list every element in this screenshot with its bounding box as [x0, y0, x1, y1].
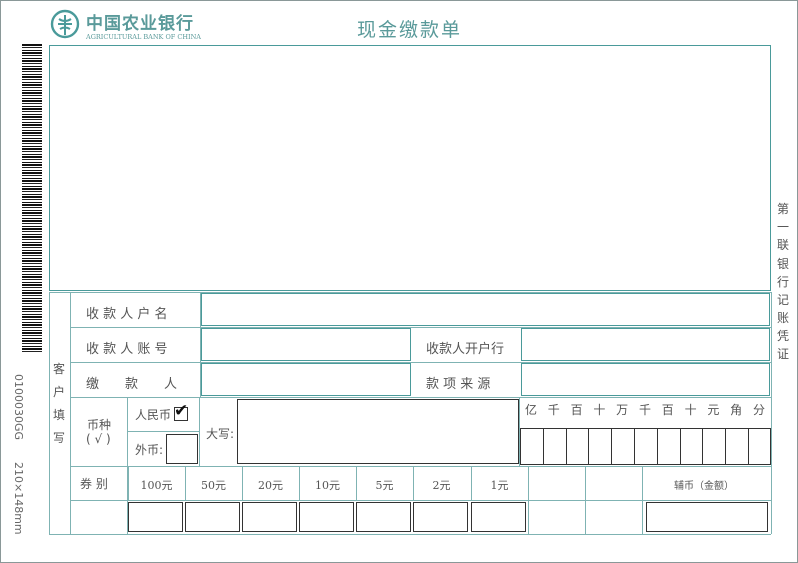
denomination-count-field[interactable]: [299, 502, 354, 532]
denomination-divider: [471, 466, 472, 500]
row-line-3: [70, 397, 771, 398]
barcode: [22, 44, 42, 354]
denomination-header: 100元: [140, 479, 173, 492]
denomination-divider: [242, 466, 243, 500]
bank-name-cn: 中国农业银行: [86, 14, 194, 34]
amount-digit-divider: [542, 428, 544, 464]
currency-check-hint: ( √ ): [86, 432, 111, 446]
payee-name-label: 收 款 人 户 名: [86, 307, 168, 322]
denomination-header: 50元: [201, 479, 226, 492]
denomination-count-field[interactable]: [185, 502, 240, 532]
capital-amount-field[interactable]: [237, 399, 519, 464]
table-bottom-line: [49, 534, 771, 535]
foreign-field[interactable]: [166, 434, 198, 464]
currency-right-line: [199, 397, 200, 466]
denomination-divider: [356, 466, 357, 500]
amount-digit-divider: [725, 428, 727, 464]
amount-unit-label: 分: [752, 403, 765, 417]
currency-split-line: [127, 431, 199, 432]
form-size: 210×148mm: [12, 462, 25, 535]
coin-sep-line-2: [585, 466, 586, 534]
amount-digit-divider: [611, 428, 613, 464]
filler-label: 客户填写: [53, 362, 66, 445]
denomination-count-field[interactable]: [242, 502, 297, 532]
source-field[interactable]: [521, 363, 770, 396]
amount-unit-label: 百: [570, 403, 583, 417]
amount-digit-divider: [634, 428, 635, 464]
denomination-count-field[interactable]: [471, 502, 526, 532]
payee-account-label: 收 款 人 账 号: [86, 342, 168, 357]
rmb-check-mark: ✔: [174, 401, 189, 421]
bank-name-en: AGRICULTURAL BANK OF CHINA: [86, 33, 201, 41]
amount-unit-label: 十: [593, 403, 606, 417]
amount-digit-divider: [656, 428, 658, 464]
rmb-label: 人民币: [135, 408, 172, 422]
denomination-count-field[interactable]: [128, 502, 183, 532]
form-title: 现金缴款单: [357, 19, 463, 41]
amount-digit-divider: [679, 428, 681, 464]
denomination-label: 券 别: [80, 477, 108, 491]
payee-bank-field[interactable]: [521, 328, 770, 361]
source-label: 款 项 来 源: [426, 377, 491, 392]
amount-unit-label: 千: [638, 403, 651, 417]
denomination-header: 5元: [375, 479, 394, 492]
amount-unit-label: 元: [707, 403, 720, 417]
currency-label: 币种: [87, 418, 112, 432]
capital-label: 大写:: [206, 427, 235, 441]
denomination-count-field[interactable]: [413, 502, 468, 532]
amount-unit-label: 十: [684, 403, 697, 417]
denomination-header: 1元: [490, 479, 509, 492]
denomination-header: 20元: [258, 479, 283, 492]
payer-label: 缴 款 人: [86, 377, 178, 392]
table-left-line: [49, 292, 50, 534]
denomination-divider: [299, 466, 300, 500]
row-line-4: [70, 466, 771, 467]
amount-digit-divider: [702, 428, 704, 464]
payee-bank-label: 收款人开户行: [426, 342, 505, 357]
amount-digits-field[interactable]: [520, 428, 771, 465]
bank-logo-icon: [50, 9, 80, 39]
amount-digit-divider: [588, 428, 590, 464]
amount-unit-label: 万: [616, 403, 629, 417]
coin-label: 辅币（金额）: [674, 481, 734, 492]
amount-digit-divider: [565, 428, 567, 464]
payee-name-field[interactable]: [201, 293, 770, 326]
amount-unit-label: 百: [661, 403, 674, 417]
coin-amount-field[interactable]: [646, 502, 768, 532]
copy-label: 第一联: [776, 202, 789, 252]
amount-unit-label: 角: [730, 403, 743, 417]
denomination-header: 10元: [315, 479, 340, 492]
print-area[interactable]: [49, 45, 771, 291]
denomination-count-field[interactable]: [356, 502, 411, 532]
foreign-label: 外币:: [135, 443, 164, 457]
form-code: 0100030GG: [12, 374, 25, 441]
amount-unit-label: 千: [547, 403, 560, 417]
amount-unit-label: 亿: [524, 403, 537, 417]
denomination-divider: [413, 466, 414, 500]
coin-sep-line-1: [528, 466, 529, 534]
copy-purpose: 银行记账凭证: [776, 257, 789, 361]
amount-digit-divider: [748, 428, 749, 464]
filler-col-line: [70, 292, 71, 534]
denomination-divider: [128, 466, 129, 500]
payer-field[interactable]: [201, 363, 411, 396]
denomination-header: 2元: [432, 479, 451, 492]
table-right-line: [771, 292, 772, 534]
coin-sep-line-3: [642, 466, 643, 534]
denomination-divider: [185, 466, 186, 500]
row-line-5: [70, 500, 771, 501]
payee-account-field[interactable]: [201, 328, 411, 361]
